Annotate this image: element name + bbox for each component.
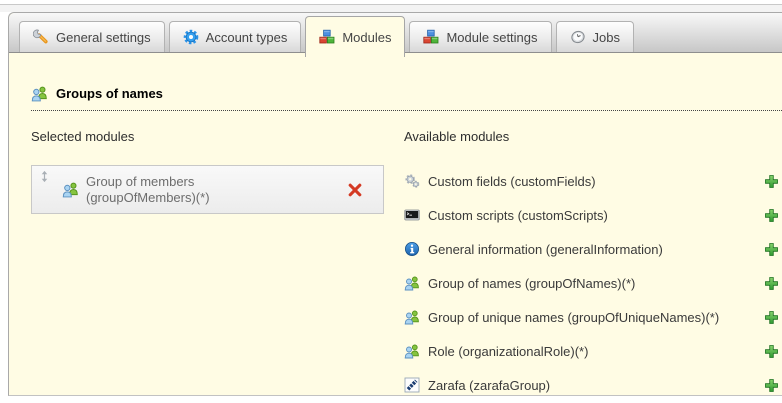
module-name: Zarafa (zarafaGroup) (428, 378, 550, 393)
tab-label: Jobs (593, 30, 620, 45)
clock-icon (570, 29, 586, 45)
section-heading: Groups of names (31, 85, 782, 111)
tab-modules[interactable]: Modules (305, 16, 405, 57)
group-icon (62, 181, 79, 198)
list-item: Group of names (groupOfNames)(*) (404, 266, 780, 300)
list-item: Custom fields (customFields) (404, 164, 780, 198)
sort-handle-icon[interactable] (40, 170, 49, 183)
add-module-button[interactable] (764, 242, 779, 257)
group-icon (404, 343, 420, 359)
tab-jobs[interactable]: Jobs (556, 21, 634, 52)
module-name: Role (organizationalRole)(*) (428, 344, 588, 359)
modules-columns: Selected modules Group of members (group… (31, 129, 782, 402)
zarafa-icon (404, 377, 420, 393)
available-modules-list: Custom fields (customFields) Custom scri… (404, 164, 780, 402)
list-item: Group of unique names (groupOfUniqueName… (404, 300, 780, 334)
wrench-icon (33, 29, 49, 45)
add-module-button[interactable] (764, 174, 779, 189)
add-module-button[interactable] (764, 276, 779, 291)
tab-label: General settings (56, 30, 151, 45)
tab-module-settings[interactable]: Module settings (409, 21, 551, 52)
selected-module-name: Group of members (groupOfMembers)(*) (86, 174, 271, 206)
tab-label: Account types (206, 30, 288, 45)
module-name: Custom fields (customFields) (428, 174, 596, 189)
tab-general-settings[interactable]: General settings (19, 21, 165, 52)
available-modules-label: Available modules (404, 129, 780, 144)
gear-icon (183, 29, 199, 45)
list-item: Role (organizationalRole)(*) (404, 334, 780, 368)
module-name: Group of unique names (groupOfUniqueName… (428, 310, 719, 325)
list-item: General information (generalInformation) (404, 232, 780, 266)
section-title: Groups of names (56, 86, 163, 101)
terminal-icon (404, 207, 420, 223)
add-module-button[interactable] (764, 208, 779, 223)
tab-label: Modules (342, 30, 391, 45)
server-profile-panel: General settings Account types Modules M… (8, 12, 782, 396)
module-name: Group of names (groupOfNames)(*) (428, 276, 635, 291)
tab-account-types[interactable]: Account types (169, 21, 302, 52)
gears-icon (404, 173, 420, 189)
remove-module-button[interactable] (347, 182, 363, 198)
add-module-button[interactable] (764, 378, 779, 393)
modules-icon (319, 29, 335, 45)
group-icon (404, 309, 420, 325)
top-band (0, 5, 782, 12)
list-item: Zarafa (zarafaGroup) (404, 368, 780, 402)
selected-modules-column: Selected modules Group of members (group… (31, 129, 404, 402)
module-name: Custom scripts (customScripts) (428, 208, 608, 223)
group-icon (404, 275, 420, 291)
info-icon (404, 241, 420, 257)
tab-label: Module settings (446, 30, 537, 45)
add-module-button[interactable] (764, 344, 779, 359)
selected-module-item[interactable]: Group of members (groupOfMembers)(*) (31, 165, 384, 214)
selected-modules-label: Selected modules (31, 129, 404, 144)
group-icon (31, 85, 48, 102)
tab-bar: General settings Account types Modules M… (9, 13, 782, 53)
module-name: General information (generalInformation) (428, 242, 663, 257)
modules-icon (423, 29, 439, 45)
modules-tab-content: Groups of names Selected modules Group o… (9, 85, 782, 402)
add-module-button[interactable] (764, 310, 779, 325)
list-item: Custom scripts (customScripts) (404, 198, 780, 232)
available-modules-column: Available modules Custom fields (customF… (404, 129, 780, 402)
